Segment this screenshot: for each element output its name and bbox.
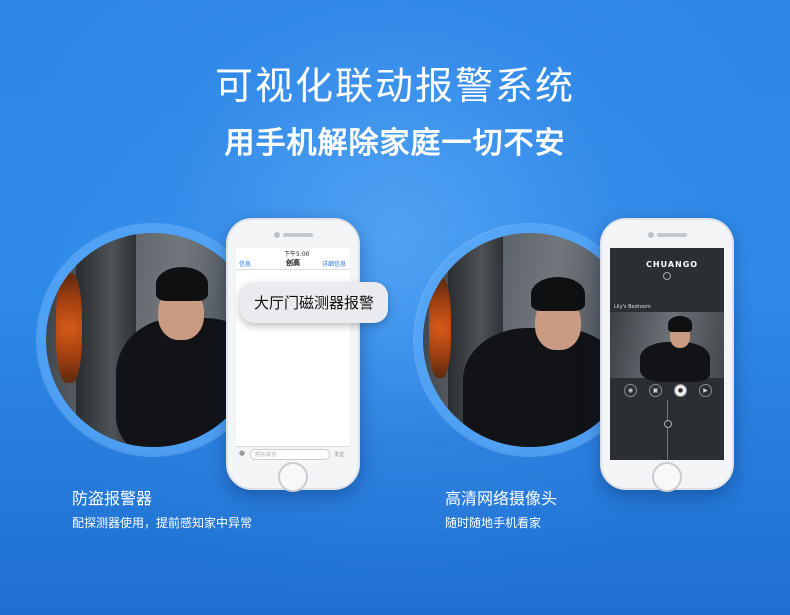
front-camera bbox=[648, 232, 654, 238]
autumn-wreath bbox=[56, 273, 82, 383]
video-burglar-beanie bbox=[668, 316, 692, 332]
earpiece bbox=[657, 233, 687, 237]
brand-logo: CHUANGO bbox=[646, 260, 699, 269]
message-input[interactable]: 短信/彩信 bbox=[250, 449, 330, 460]
mic-icon[interactable]: ● bbox=[674, 384, 687, 397]
record-icon[interactable]: ▣ bbox=[649, 384, 662, 397]
page-subtitle: 用手机解除家庭一切不安 bbox=[224, 126, 566, 161]
conversation-title: 创高 bbox=[286, 259, 300, 267]
right-feature-desc: 随时随地手机看家 bbox=[445, 516, 542, 530]
autumn-wreath bbox=[429, 278, 451, 378]
earpiece bbox=[283, 233, 313, 237]
details-link[interactable]: 详细信息 bbox=[322, 259, 346, 268]
back-link[interactable]: 信息 bbox=[239, 259, 251, 268]
camera-lens-icon bbox=[663, 272, 671, 280]
sms-screen: 下午5:00 信息 创高 详细信息 ● 短信/彩信 发送 bbox=[236, 248, 350, 461]
burglar-beanie bbox=[531, 277, 585, 311]
page-title: 可视化联动报警系统 bbox=[214, 64, 575, 108]
camera-icon[interactable]: ◉ bbox=[624, 384, 637, 397]
right-feature-title: 高清网络摄像头 bbox=[445, 489, 558, 508]
camera-app-screen: CHUANGO Lily's Bedroom ◉ ▣ ● ▶ bbox=[610, 248, 724, 460]
burglar-beanie bbox=[156, 267, 208, 301]
timeline-knob[interactable] bbox=[664, 420, 672, 428]
camera-icon[interactable]: ● bbox=[239, 449, 245, 457]
nav-divider bbox=[236, 269, 350, 270]
timeline-track bbox=[667, 400, 668, 460]
alarm-message-bubble: 大厅门磁测器报警 bbox=[240, 282, 389, 323]
phone-sms: 下午5:00 信息 创高 详细信息 ● 短信/彩信 发送 bbox=[226, 218, 360, 492]
video-burglar-body bbox=[640, 342, 710, 382]
camera-label: Lily's Bedroom bbox=[614, 304, 651, 310]
status-time: 下午5:00 bbox=[284, 251, 310, 258]
speaker-icon[interactable]: ▶ bbox=[699, 384, 712, 397]
front-camera bbox=[274, 232, 280, 238]
live-video-feed[interactable] bbox=[610, 312, 724, 382]
send-button[interactable]: 发送 bbox=[334, 451, 344, 458]
burglar-body bbox=[463, 328, 623, 447]
left-feature-title: 防盗报警器 bbox=[72, 489, 153, 508]
left-feature-desc: 配探测器使用，提前感知家中异常 bbox=[72, 516, 253, 530]
phone-camera-app: CHUANGO Lily's Bedroom ◉ ▣ ● ▶ bbox=[600, 218, 734, 492]
message-input-bar: ● 短信/彩信 发送 bbox=[236, 446, 350, 461]
home-button[interactable] bbox=[652, 462, 682, 492]
home-button[interactable] bbox=[278, 462, 308, 492]
